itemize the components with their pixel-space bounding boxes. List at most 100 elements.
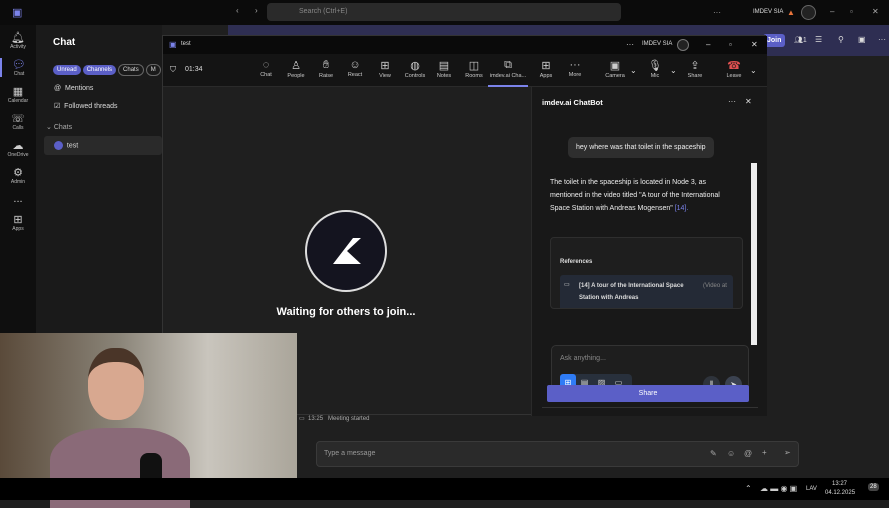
more-icon[interactable]: ··· — [878, 35, 886, 44]
filter-channels[interactable]: Channels — [82, 65, 117, 75]
close-icon[interactable]: ✕ — [745, 97, 752, 106]
minimize-icon[interactable]: – — [830, 7, 834, 16]
rail-label: OneDrive — [7, 152, 29, 158]
rail-chat[interactable]: 💬︎ Chat — [0, 58, 36, 77]
rail-more[interactable]: ... — [0, 193, 36, 205]
at-icon: @ — [54, 85, 62, 92]
waiting-text: Waiting for others to join... — [276, 306, 416, 318]
language-indicator[interactable]: LAV — [806, 486, 817, 492]
tb-label: imdev.ai Cha... — [489, 73, 527, 79]
reference-meta: (Video at — [703, 283, 727, 289]
share-button[interactable]: ⇪ Share — [680, 59, 710, 79]
tb-label: View — [379, 73, 391, 79]
filter-more[interactable]: M — [145, 64, 161, 76]
toolbar-more[interactable]: ··· More — [560, 59, 590, 78]
thread-icon: ☑ — [54, 103, 61, 110]
format-icon[interactable]: ✎ — [710, 449, 717, 458]
bot-avatar — [305, 210, 387, 292]
rail-activity[interactable]: 🔔︎ Activity — [0, 31, 36, 50]
chat-avatar — [54, 141, 63, 150]
teams-icon: ▣ — [169, 40, 177, 49]
toolbar-rooms[interactable]: ◫ Rooms — [459, 59, 489, 79]
message-compose[interactable]: Type a message ✎ ☺ @ + ➢ — [316, 441, 799, 467]
rail-apps[interactable]: ⊞ Apps — [0, 213, 36, 232]
followed-label: Followed threads — [64, 103, 118, 110]
send-icon[interactable]: ➢ — [784, 448, 791, 457]
event-text: Meeting started — [328, 416, 370, 422]
rail-label: Calendar — [7, 98, 29, 104]
list-icon[interactable]: ☰ — [815, 35, 822, 44]
rail-calls[interactable]: ☏ Calls — [0, 112, 36, 131]
mentions-label: Mentions — [65, 85, 94, 92]
more-icon[interactable]: ··· — [728, 97, 736, 106]
toolbar-view[interactable]: ⊞ View — [370, 59, 400, 79]
maximize-icon[interactable]: ▫ — [850, 7, 853, 16]
meeting-toolbar: ⛉ 01:34 ◌ Chat ♙ People ✋︎ Raise ☺ React ⊞ Vi… — [163, 54, 767, 87]
toolbar-raise[interactable]: ✋︎ Raise — [311, 59, 341, 79]
toolbar-notes[interactable]: ▤ Notes — [429, 59, 459, 79]
citation-link[interactable]: [14]. — [675, 205, 689, 212]
search-icon[interactable]: ⚲ — [838, 35, 844, 44]
emoji-icon[interactable]: ☺ — [727, 449, 735, 458]
avatar — [677, 39, 689, 51]
maximize-icon[interactable]: ▫ — [729, 40, 732, 49]
minimize-icon[interactable]: – — [706, 40, 710, 49]
leave-button[interactable]: ☎ Leave — [719, 59, 749, 79]
tray-chevron-icon[interactable]: ⌃ — [745, 484, 752, 493]
reference-item[interactable]: ▭ [14] A tour of the International Space… — [560, 275, 733, 308]
user-message: hey where was that toilet in the spacesh… — [568, 137, 714, 158]
filter-chats[interactable]: Chats — [118, 64, 144, 76]
references-title: References — [560, 259, 593, 265]
rail-calendar[interactable]: ▦ Calendar — [0, 85, 36, 104]
avatar[interactable] — [801, 5, 816, 20]
shield-icon: ⛉ — [170, 65, 176, 74]
tb-label: Mic — [650, 73, 660, 79]
toolbar-react[interactable]: ☺ React — [340, 59, 370, 78]
filter-unread[interactable]: Unread — [53, 65, 81, 75]
plus-icon: ⊞ — [541, 60, 551, 72]
toolbar-chat[interactable]: ◌ Chat — [251, 59, 281, 78]
chatbot-share-button[interactable]: Share — [547, 385, 749, 402]
smiley-icon: ☺ — [349, 59, 361, 71]
share-icon: ⇪ — [690, 60, 700, 72]
scrollbar[interactable] — [751, 163, 757, 345]
tb-label: Controls — [404, 73, 426, 79]
clock-time[interactable]: 13:27 — [832, 481, 847, 487]
chat-icon: ◌ — [262, 59, 270, 71]
toolbar-imdev-chatbot[interactable]: ⧉ imdev.ai Cha... — [488, 59, 528, 87]
chats-section[interactable]: ⌄ Chats — [46, 123, 72, 131]
more-icon[interactable]: ··· — [626, 40, 634, 49]
rail-onedrive[interactable]: ☁ OneDrive — [0, 139, 36, 158]
participant-count: 1 — [802, 37, 807, 44]
loop-icon[interactable]: @ — [744, 449, 752, 458]
toolbar-controls[interactable]: ◍ Controls — [400, 59, 430, 79]
chevron-down-icon[interactable]: ⌄ — [670, 66, 677, 75]
toolbar-people[interactable]: ♙ People — [281, 59, 311, 79]
chevron-down-icon[interactable]: ⌄ — [630, 66, 637, 75]
toolbar-apps[interactable]: ⊞ Apps — [531, 59, 561, 79]
camera-button[interactable]: ▣ Camera — [600, 59, 630, 79]
back-icon[interactable]: ‹ — [236, 6, 239, 15]
forward-icon[interactable]: › — [255, 6, 258, 15]
plus-icon: ⊞ — [13, 214, 23, 226]
close-icon[interactable]: ✕ — [751, 40, 758, 49]
more-icon[interactable]: ··· — [713, 8, 721, 17]
close-icon[interactable]: ✕ — [872, 7, 879, 16]
tray-icons: ☁ ▬ ◉ ▣ — [760, 484, 798, 493]
followed-threads-item[interactable]: ☑ Followed threads — [54, 102, 117, 110]
participants-button[interactable]: 👥︎1 — [794, 36, 807, 44]
chat-item-test[interactable]: test — [44, 136, 162, 155]
tb-label: Raise — [318, 73, 334, 79]
chevron-down-icon[interactable]: ⌄ — [750, 66, 757, 75]
search-input[interactable]: Search (Ctrl+E) — [267, 3, 621, 21]
panel-icon[interactable]: ▣ — [858, 35, 866, 44]
more-icon: ... — [13, 193, 23, 205]
mentions-item[interactable]: @ Mentions — [54, 85, 93, 92]
hangup-icon: ☎ — [727, 60, 741, 72]
clock-date[interactable]: 04.12.2025 — [825, 490, 855, 496]
references-card: References ▭ [14] A tour of the Internat… — [550, 237, 743, 309]
plus-icon[interactable]: + — [762, 448, 767, 457]
notification-icon[interactable]: 28 — [868, 483, 879, 491]
mic-button[interactable]: 🎙︎ Mic — [640, 59, 670, 79]
rail-admin[interactable]: ⚙ Admin — [0, 166, 36, 185]
